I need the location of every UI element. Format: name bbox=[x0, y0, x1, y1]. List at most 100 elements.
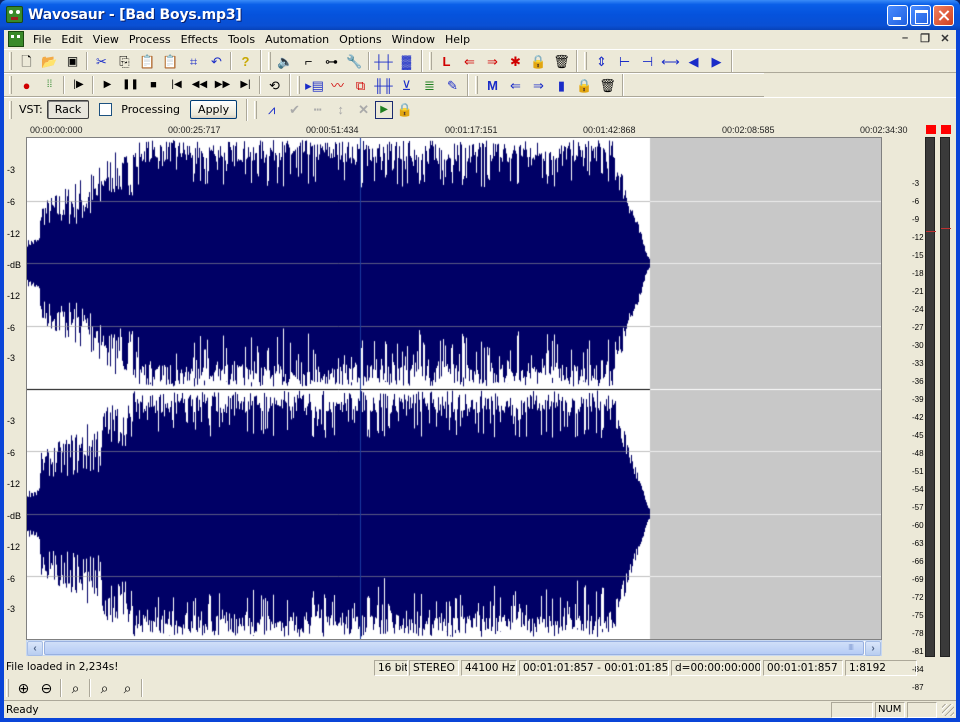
marker-region-icon[interactable]: ▮ bbox=[550, 74, 573, 96]
vu-meter-icon[interactable]: ⁞⁞ bbox=[38, 74, 61, 96]
paste-icon[interactable]: 📋 bbox=[136, 50, 159, 72]
record-icon[interactable]: ● bbox=[15, 74, 38, 96]
loop-points-icon[interactable]: ⊶ bbox=[320, 50, 343, 72]
toolbar-grip[interactable] bbox=[254, 100, 258, 119]
open-folder-icon[interactable]: 📂 bbox=[38, 50, 61, 72]
marker-lock-icon[interactable]: 🔒 bbox=[573, 74, 596, 96]
play-from-icon[interactable]: |▶ bbox=[67, 74, 90, 96]
scroll-thumb[interactable] bbox=[44, 641, 864, 655]
select-all-icon[interactable]: ⇕ bbox=[590, 50, 613, 72]
rack-button[interactable]: Rack bbox=[46, 100, 90, 119]
loop-prev-icon[interactable]: ⇐ bbox=[458, 50, 481, 72]
crossfade-icon[interactable]: ⧉ bbox=[349, 74, 372, 96]
save-icon[interactable]: ▣ bbox=[61, 50, 84, 72]
title-bar[interactable]: Wavosaur - [Bad Boys.mp3] bbox=[0, 0, 960, 30]
cut-icon[interactable]: ✂ bbox=[90, 50, 113, 72]
menu-options[interactable]: Options bbox=[334, 33, 386, 46]
toolbar-grip[interactable] bbox=[475, 76, 478, 94]
horizontal-scrollbar[interactable]: ‹ › bbox=[26, 640, 882, 656]
zoom-vertical-in-icon[interactable]: ⌕ bbox=[93, 678, 116, 698]
rewind-icon[interactable]: ◀◀ bbox=[188, 74, 211, 96]
automation-play-icon[interactable]: ▶ bbox=[375, 100, 394, 119]
zoom-vertical-out-icon[interactable]: ⌕ bbox=[116, 678, 139, 698]
help-icon[interactable]: ? bbox=[234, 50, 257, 72]
nav-left-icon[interactable]: ◀ bbox=[682, 50, 705, 72]
mdi-close-icon[interactable]: ✕ bbox=[938, 32, 952, 45]
wavosaur-app-icon[interactable] bbox=[6, 6, 23, 23]
waveform-view[interactable] bbox=[26, 137, 882, 640]
menu-window[interactable]: Window bbox=[387, 33, 440, 46]
loop-trash-icon[interactable]: 🗑 bbox=[550, 50, 573, 72]
zoom-in-icon[interactable]: ⊕ bbox=[12, 678, 35, 698]
toolbar-grip[interactable] bbox=[429, 52, 432, 70]
go-end-icon[interactable]: ▶| bbox=[234, 74, 257, 96]
timeline-ruler[interactable]: 00:00:00:000 00:00:25:717 00:00:51:434 0… bbox=[26, 125, 918, 137]
automation-updown-icon[interactable]: ↕ bbox=[329, 99, 352, 121]
select-left-icon[interactable]: ⊢ bbox=[613, 50, 636, 72]
menu-effects[interactable]: Effects bbox=[176, 33, 223, 46]
nav-right-icon[interactable]: ▶ bbox=[705, 50, 728, 72]
toolbar-grip[interactable] bbox=[6, 679, 9, 697]
zoom-out-icon[interactable]: ⊖ bbox=[35, 678, 58, 698]
toolbar-grip[interactable] bbox=[584, 52, 587, 70]
insert-icon[interactable]: ▸▤ bbox=[303, 74, 326, 96]
automation-line-icon[interactable]: ⩘ bbox=[260, 99, 283, 121]
clip-indicator-left[interactable] bbox=[926, 125, 936, 134]
marker-prev-icon[interactable]: ⇐ bbox=[504, 74, 527, 96]
menu-file[interactable]: File bbox=[28, 33, 56, 46]
minimize-button[interactable] bbox=[887, 5, 908, 26]
wrench-icon[interactable]: 🔧 bbox=[343, 50, 366, 72]
clip-indicator-right[interactable] bbox=[941, 125, 951, 134]
processing-checkbox[interactable] bbox=[99, 103, 113, 116]
envelope-graph-icon[interactable]: 〰 bbox=[326, 74, 349, 96]
pencil-icon[interactable]: ✎ bbox=[441, 74, 464, 96]
mdi-minimize-icon[interactable]: – bbox=[898, 32, 912, 45]
loop-lock-icon[interactable]: 🔒 bbox=[527, 50, 550, 72]
loop-next-icon[interactable]: ⇒ bbox=[481, 50, 504, 72]
maximize-button[interactable] bbox=[910, 5, 931, 26]
marker-trash-icon[interactable]: 🗑 bbox=[596, 74, 619, 96]
normalize-icon[interactable]: ╫╫ bbox=[372, 74, 395, 96]
automation-check-icon[interactable]: ✔ bbox=[283, 99, 306, 121]
resize-grip[interactable] bbox=[942, 704, 954, 716]
eq-icon[interactable]: ≣ bbox=[418, 74, 441, 96]
zoom-fit-icon[interactable]: ⌕ bbox=[64, 678, 87, 698]
toolbar-grip[interactable] bbox=[9, 100, 12, 119]
speaker-icon[interactable]: 🔈 bbox=[274, 50, 297, 72]
close-button[interactable] bbox=[933, 5, 954, 26]
select-between-icon[interactable]: ⟷ bbox=[659, 50, 682, 72]
loop-delete-icon[interactable]: ✱ bbox=[504, 50, 527, 72]
mdi-restore-icon[interactable]: ❐ bbox=[918, 32, 932, 45]
play-icon[interactable]: ▶ bbox=[96, 74, 119, 96]
marker-next-icon[interactable]: ⇒ bbox=[527, 74, 550, 96]
loop-marker-icon[interactable]: L bbox=[435, 50, 458, 72]
paste-mix-icon[interactable]: 📋 bbox=[159, 50, 182, 72]
stop-icon[interactable]: ■ bbox=[142, 74, 165, 96]
menu-help[interactable]: Help bbox=[440, 33, 475, 46]
toolbar-grip[interactable] bbox=[9, 52, 12, 70]
copy-icon[interactable]: ⎘ bbox=[113, 50, 136, 72]
marker-icon[interactable]: M bbox=[481, 74, 504, 96]
undo-icon[interactable]: ↶ bbox=[205, 50, 228, 72]
automation-dashes-icon[interactable]: ┅ bbox=[306, 99, 329, 121]
toolbar-grip[interactable] bbox=[297, 76, 300, 94]
menu-tools[interactable]: Tools bbox=[223, 33, 260, 46]
crop-icon[interactable]: ⌗ bbox=[182, 50, 205, 72]
pause-icon[interactable]: ❚❚ bbox=[119, 74, 142, 96]
threshold-icon[interactable]: ⊻ bbox=[395, 74, 418, 96]
toolbar-grip[interactable] bbox=[9, 76, 12, 94]
waveform-canvas[interactable] bbox=[27, 138, 881, 639]
document-icon[interactable] bbox=[8, 31, 24, 47]
menu-view[interactable]: View bbox=[88, 33, 124, 46]
loop-toggle-icon[interactable]: ⟲ bbox=[263, 74, 286, 96]
new-file-icon[interactable]: 🗋 bbox=[15, 50, 38, 72]
spectrum-view-icon[interactable]: ▓ bbox=[395, 50, 418, 72]
apply-button[interactable]: Apply bbox=[190, 100, 238, 119]
automation-delete-icon[interactable]: ✕ bbox=[352, 99, 375, 121]
toolbar-grip[interactable] bbox=[268, 52, 271, 70]
menu-process[interactable]: Process bbox=[124, 33, 176, 46]
fast-forward-icon[interactable]: ▶▶ bbox=[211, 74, 234, 96]
select-right-icon[interactable]: ⊣ bbox=[636, 50, 659, 72]
waveform-view-icon[interactable]: ┼┼ bbox=[372, 50, 395, 72]
scroll-left-button[interactable]: ‹ bbox=[27, 641, 43, 656]
